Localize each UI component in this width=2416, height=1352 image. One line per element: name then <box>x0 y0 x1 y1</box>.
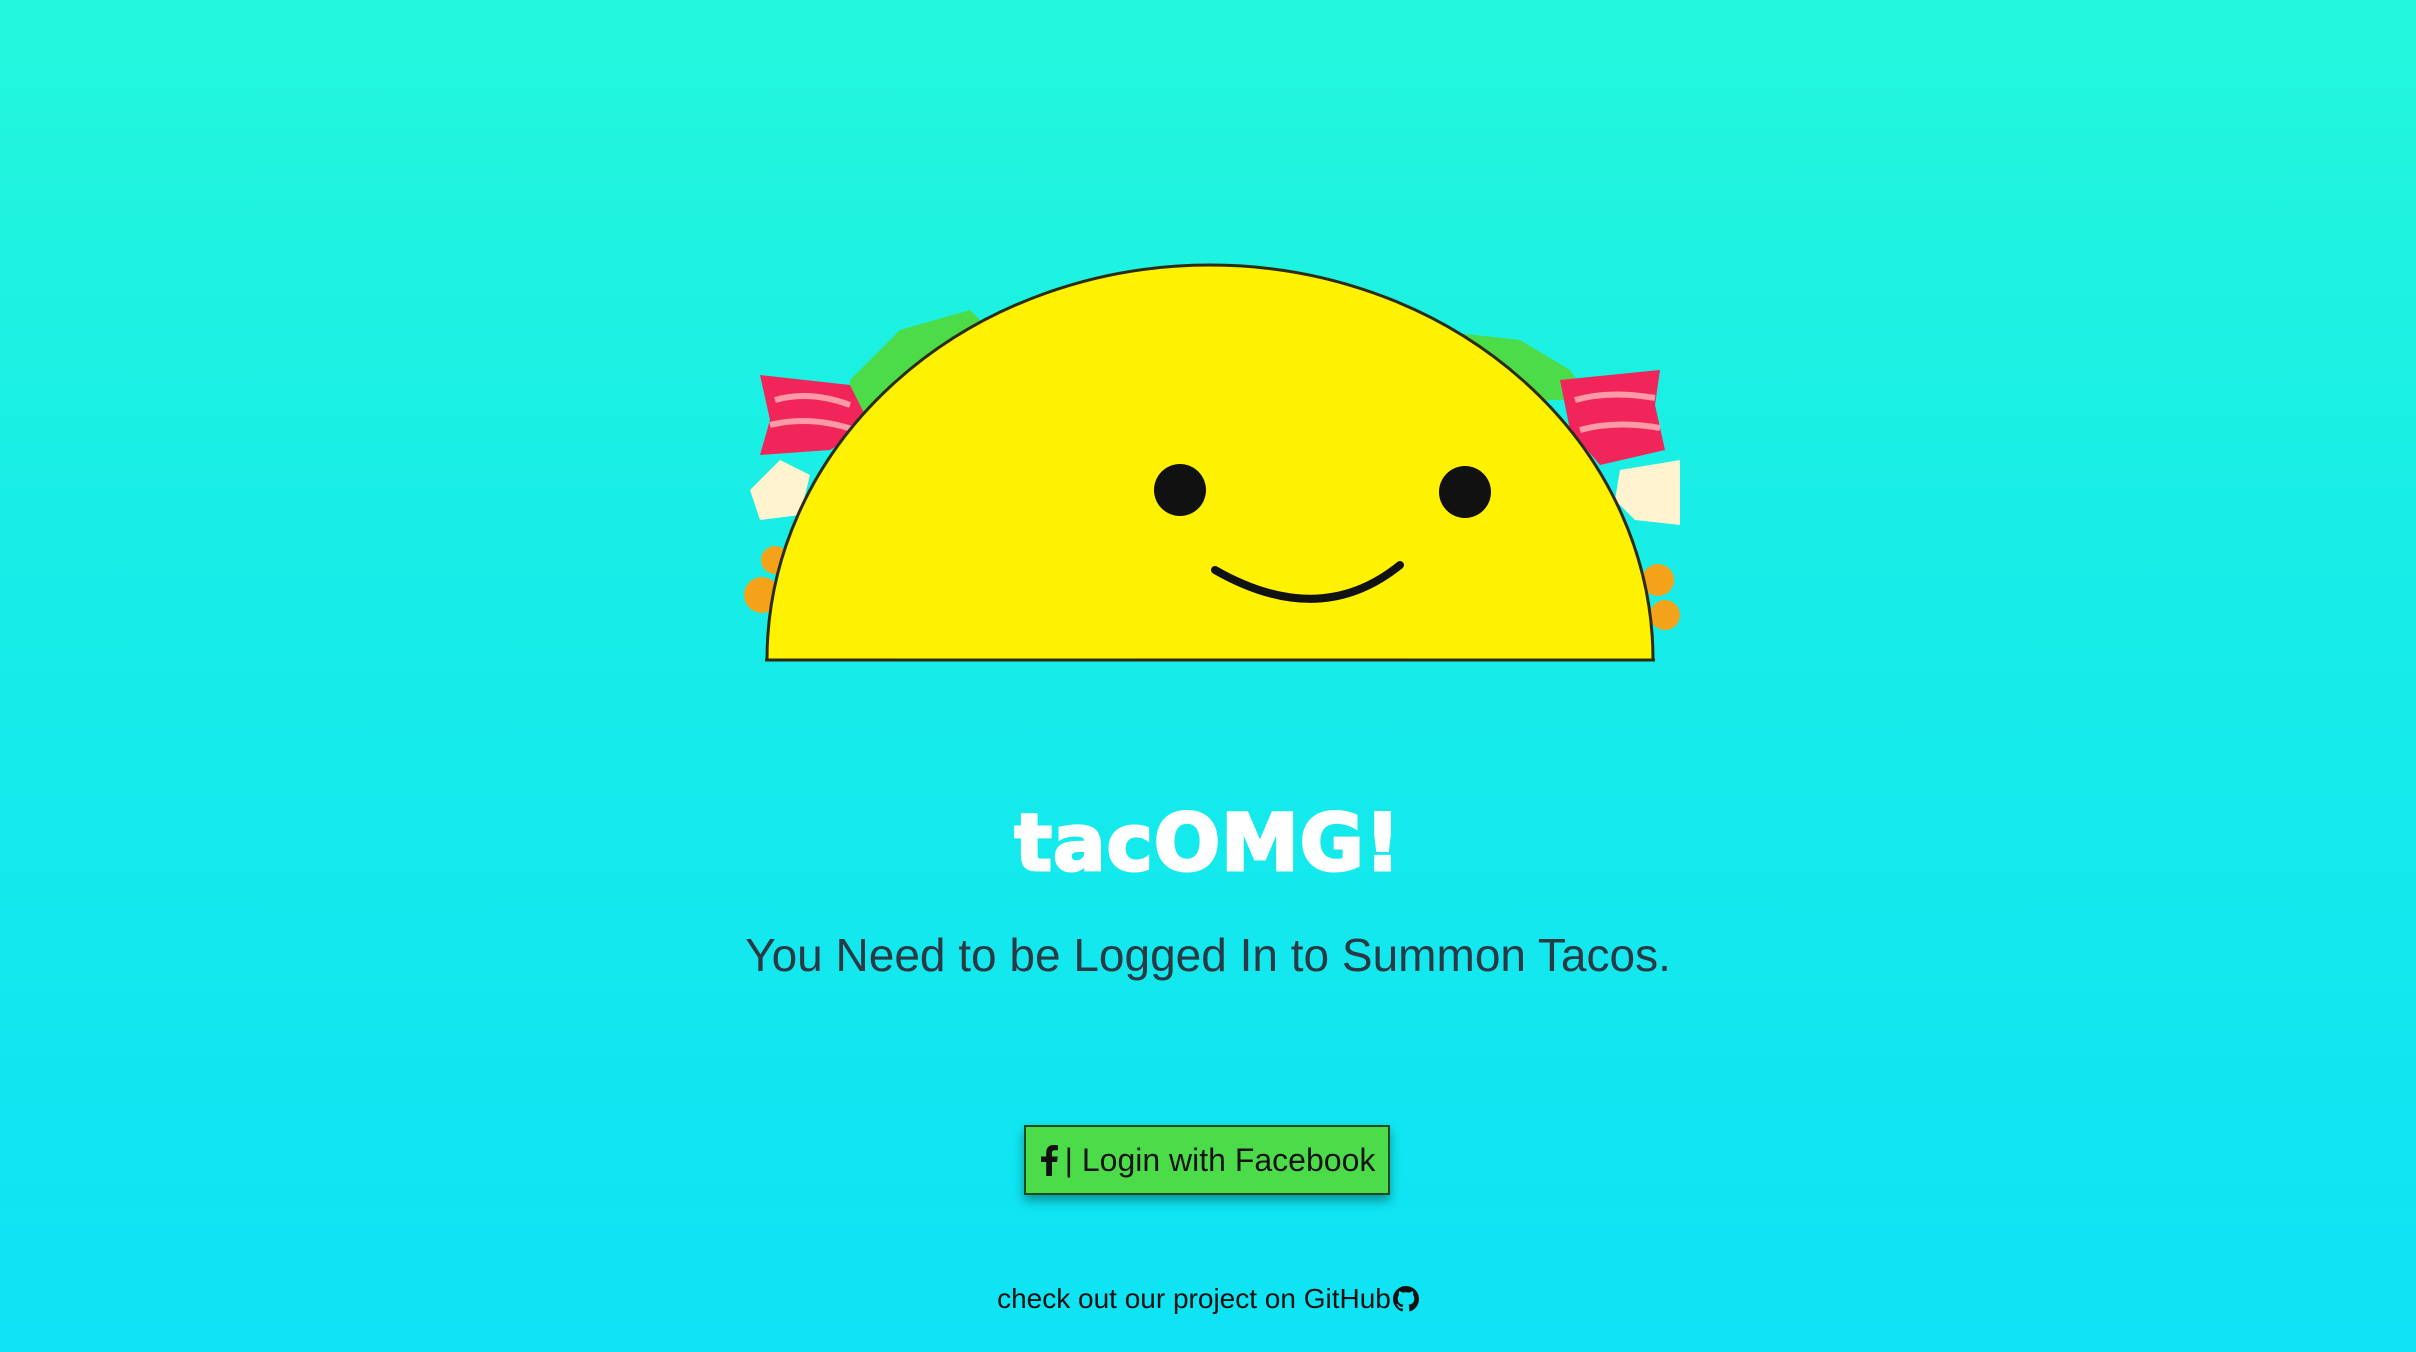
github-link[interactable]: GitHub <box>1304 1283 1419 1315</box>
login-button-label: | Login with Facebook <box>1064 1141 1376 1178</box>
facebook-icon <box>1039 1144 1059 1176</box>
login-page: tacOMG! You Need to be Logged In to Summ… <box>0 0 2416 1352</box>
taco-mascot-image <box>740 220 1680 670</box>
footer-text: check out our project on <box>997 1283 1304 1314</box>
github-link-label: GitHub <box>1303 1283 1391 1314</box>
taco-illustration <box>744 263 1680 662</box>
login-required-message: You Need to be Logged In to Summon Tacos… <box>745 929 1671 981</box>
github-icon <box>1391 1286 1419 1312</box>
app-title: tacOMG! <box>1013 799 1402 889</box>
login-with-facebook-button[interactable]: | Login with Facebook <box>1024 1125 1390 1195</box>
footer: check out our project on GitHub <box>0 1283 2416 1315</box>
